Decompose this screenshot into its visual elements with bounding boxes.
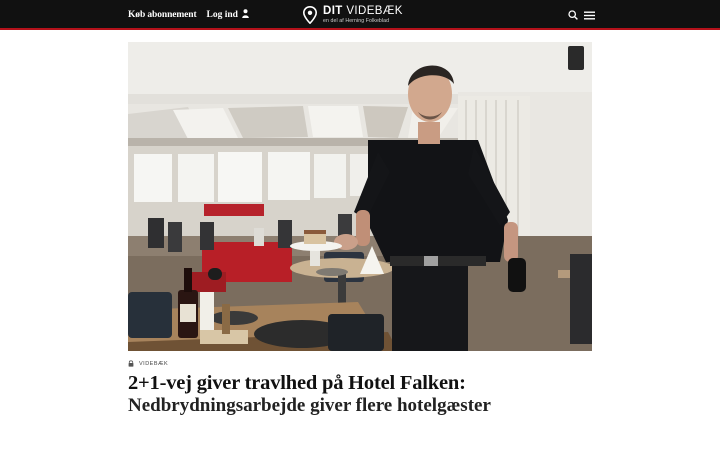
- subscribe-link[interactable]: Køb abonnement: [128, 10, 197, 20]
- lock-icon: [128, 360, 134, 367]
- login-label: Log ind: [206, 10, 238, 20]
- menu-icon[interactable]: [584, 11, 595, 20]
- kicker-label: VIDEBÆK: [139, 360, 169, 367]
- search-icon[interactable]: [568, 10, 578, 20]
- location-pin-icon: [303, 6, 317, 24]
- brand-text: DIT VIDEBÆK en del af Herning Folkeblad: [323, 4, 403, 25]
- user-icon: [242, 9, 249, 21]
- article-kicker: VIDEBÆK: [128, 360, 168, 367]
- article-headline[interactable]: 2+1-vej giver travlhed på Hotel Falken:: [128, 372, 608, 395]
- top-navigation-bar: Køb abonnement Log ind DIT VIDEBÆK en de…: [0, 0, 720, 30]
- article-hero-image[interactable]: [128, 42, 592, 351]
- account-links: Køb abonnement Log ind: [128, 0, 249, 30]
- brand-name: DIT VIDEBÆK: [323, 4, 403, 17]
- brand-tagline: en del af Herning Folkeblad: [323, 18, 390, 25]
- header-actions: [568, 0, 595, 30]
- site-logo[interactable]: DIT VIDEBÆK en del af Herning Folkeblad: [303, 4, 403, 26]
- article-subheadline[interactable]: Nedbrydningsarbejde giver flere hotelgæs…: [128, 395, 608, 417]
- login-link[interactable]: Log ind: [207, 9, 249, 21]
